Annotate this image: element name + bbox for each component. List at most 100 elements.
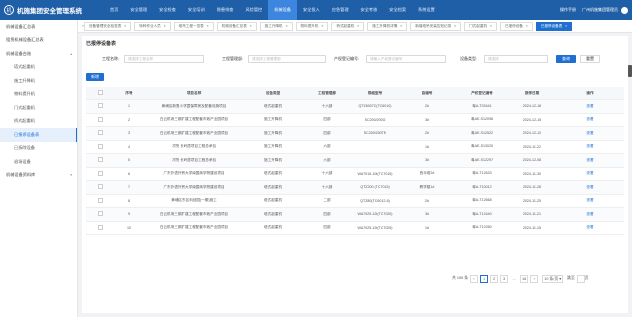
- select-all-checkbox[interactable]: [97, 90, 103, 95]
- page-button[interactable]: 16: [520, 274, 529, 283]
- prev-page-button[interactable]: ‹: [470, 274, 479, 283]
- manual-link[interactable]: 操作手册: [560, 7, 576, 13]
- row-checkbox[interactable]: [97, 130, 103, 136]
- row-checkbox[interactable]: [97, 184, 103, 190]
- nav-item[interactable]: 隐患排查: [211, 0, 240, 20]
- nav-item[interactable]: 安全培训: [182, 0, 211, 20]
- manager-select[interactable]: 请选择工程管理部: [248, 55, 326, 63]
- nav-item[interactable]: 应急管理: [326, 0, 355, 20]
- sidebar-item[interactable]: 门式起重机: [0, 101, 77, 115]
- sidebar-item[interactable]: 机械设备台账 ▴: [0, 47, 77, 61]
- avatar[interactable]: [621, 6, 628, 14]
- row-checkbox[interactable]: [97, 197, 103, 203]
- row-checkbox[interactable]: [97, 103, 103, 109]
- tab-item[interactable]: 门式起重机 ×: [464, 21, 497, 31]
- tab-item[interactable]: 已报停设备 ×: [499, 21, 533, 31]
- tab-item[interactable]: 机械设备汇总表 ×: [216, 21, 257, 31]
- nav-item[interactable]: 安全投入: [297, 0, 326, 20]
- nav-item[interactable]: 首页: [104, 0, 124, 20]
- nav-item[interactable]: 安全检查: [153, 0, 182, 20]
- table-cell: 六部: [323, 157, 331, 162]
- tab-close-icon[interactable]: ×: [490, 24, 492, 28]
- view-link[interactable]: 查看: [556, 104, 624, 109]
- page-button[interactable]: 1: [480, 274, 489, 283]
- row-checkbox[interactable]: [97, 116, 103, 122]
- user-name[interactable]: 广州机施集团管理员: [582, 7, 618, 13]
- sidebar-item[interactable]: 租赁机械设备汇总表: [0, 34, 77, 48]
- sidebar-item[interactable]: 塔式起重机: [0, 61, 77, 75]
- tab-close-icon[interactable]: ×: [286, 24, 288, 28]
- sidebar-item[interactable]: 退场设备: [0, 155, 77, 169]
- view-link[interactable]: 查看: [556, 158, 624, 163]
- table-cell: 塔式起重机: [264, 103, 282, 108]
- tab-close-icon[interactable]: ×: [400, 24, 402, 28]
- sidebar-item[interactable]: 机械设备汇总表: [0, 20, 77, 34]
- nav-item[interactable]: 机械设备: [268, 0, 297, 20]
- view-link[interactable]: 查看: [556, 212, 624, 217]
- tab-item[interactable]: 已报停设备表 ×: [535, 21, 573, 31]
- page-size-select[interactable]: 10 条/页 ▾: [542, 274, 564, 283]
- nav-item[interactable]: 安全考核: [355, 0, 384, 20]
- next-page-button[interactable]: ›: [530, 274, 539, 283]
- row-checkbox[interactable]: [97, 224, 103, 230]
- sidebar-item[interactable]: 物料提升机: [0, 88, 77, 102]
- view-link[interactable]: 查看: [556, 131, 624, 136]
- tab-item[interactable]: 新增塔吊安装告知记录 ×: [410, 21, 462, 31]
- page-button[interactable]: 3: [500, 274, 509, 283]
- tab-label: 物料提升机: [300, 23, 319, 28]
- jump-input[interactable]: [576, 274, 585, 283]
- sidebar-item[interactable]: 机械设备资料库 ▾: [0, 169, 77, 183]
- table-cell: 粤A-T12633: [472, 171, 492, 176]
- sidebar-item[interactable]: 桥式起重机: [0, 115, 77, 129]
- reg-number-input[interactable]: 请输入产权登记编号: [366, 55, 446, 63]
- tab-close-icon[interactable]: ×: [250, 24, 252, 28]
- project-select[interactable]: 请选择工程名称: [124, 55, 204, 63]
- sidebar-item[interactable]: 施工升降机: [0, 74, 77, 88]
- view-link[interactable]: 查看: [556, 144, 624, 149]
- sidebar: 机械设备汇总表 租赁机械设备汇总表 机械设备台账 ▴ 塔式起重机 施工升降机 物料提升机 门式…: [0, 20, 78, 317]
- nav-item[interactable]: 风险管控: [239, 0, 268, 20]
- tab-strip: «设备管理安全检查表×特种作业人员×塔吊工程一览表×机械设备汇总表×施工升降机×…: [78, 20, 632, 33]
- tab-close-icon[interactable]: ×: [454, 24, 456, 28]
- tab-item[interactable]: 设备管理安全检查表 ×: [83, 21, 132, 31]
- tab-close-icon[interactable]: ×: [357, 24, 359, 28]
- row-checkbox[interactable]: [97, 143, 103, 149]
- table-cell: 2024-11-28: [522, 185, 542, 190]
- column-header: 产权登记编号: [471, 90, 493, 95]
- nav-item[interactable]: 系统设置: [412, 0, 441, 20]
- tab-close-icon[interactable]: ×: [565, 24, 567, 28]
- tab-close-icon[interactable]: ×: [526, 24, 528, 28]
- row-select-cell: [86, 197, 114, 204]
- view-link[interactable]: 查看: [556, 185, 624, 190]
- tab-item[interactable]: 施工升降机 ×: [259, 21, 293, 31]
- tab-close-icon[interactable]: ×: [321, 24, 323, 28]
- view-link[interactable]: 查看: [556, 225, 624, 230]
- table-cell: QTZ200 (TC7015): [360, 185, 390, 190]
- tab-item[interactable]: 施工升降机详情 ×: [367, 21, 408, 31]
- user-area: 操作手册 广州机施集团管理员: [560, 6, 632, 14]
- sidebar-item[interactable]: 已报停设备表: [0, 128, 77, 142]
- nav-item[interactable]: 安全档案: [383, 0, 412, 20]
- tab-item[interactable]: 特种作业人员 ×: [134, 21, 171, 31]
- query-button[interactable]: 查询: [556, 55, 576, 63]
- tab-item[interactable]: 桥式起重机 ×: [331, 21, 365, 31]
- reset-button[interactable]: 重置: [580, 55, 600, 63]
- row-checkbox[interactable]: [97, 170, 103, 176]
- tab-item[interactable]: 塔吊工程一览表 ×: [173, 21, 214, 31]
- nav-item[interactable]: 安全管理: [124, 0, 153, 20]
- tab-close-icon[interactable]: ×: [207, 24, 209, 28]
- device-type-select[interactable]: 请选择: [484, 55, 548, 63]
- sidebar-item[interactable]: 已拆除设备: [0, 142, 77, 156]
- side-scroll-handle[interactable]: [628, 65, 632, 77]
- row-checkbox[interactable]: [97, 157, 103, 163]
- tab-item[interactable]: 物料提升机 ×: [295, 21, 329, 31]
- row-checkbox[interactable]: [97, 211, 103, 217]
- sidebar-item-label: 退场设备: [14, 158, 31, 164]
- tab-close-icon[interactable]: ×: [164, 24, 166, 28]
- tab-close-icon[interactable]: ×: [124, 24, 126, 28]
- view-link[interactable]: 查看: [556, 171, 624, 176]
- view-link[interactable]: 查看: [556, 117, 624, 122]
- view-link[interactable]: 查看: [556, 198, 624, 203]
- page-button[interactable]: 2: [490, 274, 499, 283]
- add-button[interactable]: 新增: [86, 73, 104, 81]
